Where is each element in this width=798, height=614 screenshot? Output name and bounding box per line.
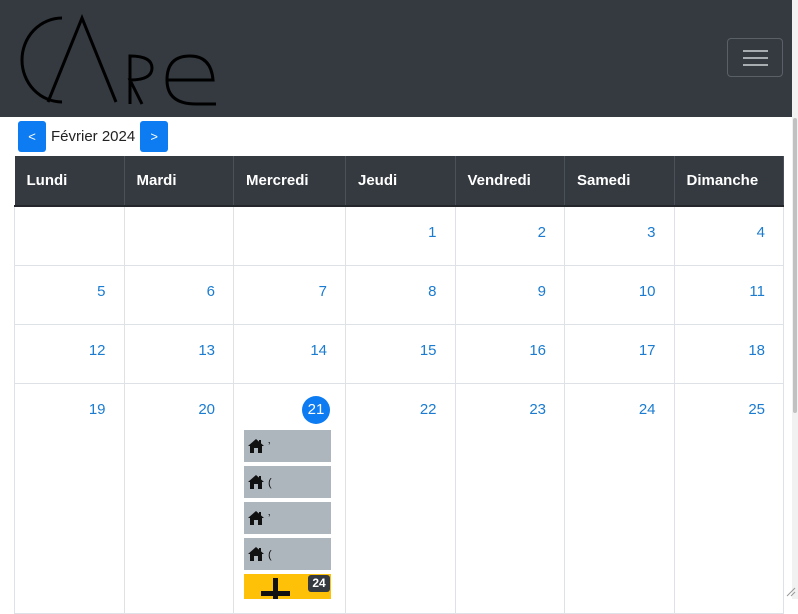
day-cell[interactable]: 4	[674, 206, 784, 265]
day-number: 13	[198, 342, 215, 359]
day-number: 20	[198, 401, 215, 418]
day-number: 24	[639, 401, 656, 418]
day-cell[interactable]: 11	[674, 265, 784, 324]
add-event-button[interactable]: 24	[244, 574, 331, 599]
weekday-header: Lundi	[15, 156, 125, 206]
next-month-button[interactable]: >	[140, 121, 168, 152]
page-scrollbar[interactable]	[792, 0, 798, 599]
home-icon	[247, 510, 265, 526]
hamburger-icon	[743, 50, 768, 52]
scrollbar-thumb[interactable]	[793, 118, 797, 413]
day-cell[interactable]: 13	[124, 324, 234, 383]
day-cell[interactable]: 16	[455, 324, 565, 383]
day-number: 10	[639, 283, 656, 300]
weekday-header: Dimanche	[674, 156, 784, 206]
day-number: 4	[757, 224, 765, 241]
weekday-header: Vendredi	[455, 156, 565, 206]
event-label: ʼ	[268, 514, 270, 525]
day-number: 6	[207, 283, 215, 300]
weekday-header: Mardi	[124, 156, 234, 206]
previous-month-button[interactable]: <	[18, 121, 46, 152]
day-cell[interactable]: 1	[346, 206, 456, 265]
day-cell[interactable]: 19	[15, 383, 125, 613]
event-item[interactable]: (	[244, 538, 331, 570]
day-number: 2	[538, 224, 546, 241]
day-cell[interactable]: 10	[565, 265, 675, 324]
home-icon	[247, 546, 265, 562]
day-number: 15	[420, 342, 437, 359]
day-cell[interactable]: 12	[15, 324, 125, 383]
event-label: (	[268, 550, 272, 561]
care-logo[interactable]	[12, 10, 218, 106]
today-marker: 21	[302, 396, 330, 424]
day-cell[interactable]: 23	[455, 383, 565, 613]
day-cell[interactable]: 17	[565, 324, 675, 383]
day-number: 7	[319, 283, 327, 300]
day-number: 18	[748, 342, 765, 359]
day-number: 22	[420, 401, 437, 418]
resize-handle-icon[interactable]	[786, 587, 796, 597]
day-number: 23	[529, 401, 546, 418]
day-cell[interactable]	[234, 206, 346, 265]
day-cell[interactable]: 15	[346, 324, 456, 383]
event-count-badge: 24	[308, 575, 330, 592]
day-number: 12	[89, 342, 106, 359]
day-number: 5	[97, 283, 105, 300]
day-number: 25	[748, 401, 765, 418]
weekday-header: Jeudi	[346, 156, 456, 206]
day-number: 1	[428, 224, 436, 241]
day-cell[interactable]: 14	[234, 324, 346, 383]
home-icon	[247, 438, 265, 454]
day-cell[interactable]: 8	[346, 265, 456, 324]
day-number: 14	[310, 342, 327, 359]
home-icon	[247, 474, 265, 490]
day-cell[interactable]: 9	[455, 265, 565, 324]
day-cell[interactable]: 22	[346, 383, 456, 613]
event-item[interactable]: (	[244, 466, 331, 498]
month-navigation: < Février 2024 >	[18, 121, 168, 152]
day-cell[interactable]	[124, 206, 234, 265]
weekday-header: Samedi	[565, 156, 675, 206]
day-cell[interactable]: 25	[674, 383, 784, 613]
navbar	[0, 0, 798, 117]
navbar-toggler-button[interactable]	[727, 38, 783, 77]
weekday-header: Mercredi	[234, 156, 346, 206]
day-cell[interactable]: 18	[674, 324, 784, 383]
day-number: 11	[749, 283, 765, 300]
day-cell[interactable]: 5	[15, 265, 125, 324]
day-cell[interactable]: 24	[565, 383, 675, 613]
day-cell[interactable]: 7	[234, 265, 346, 324]
day-number: 19	[89, 401, 106, 418]
day-cell[interactable]: 20	[124, 383, 234, 613]
day-number: 3	[647, 224, 655, 241]
day-cell[interactable]: 2	[455, 206, 565, 265]
day-number: 16	[529, 342, 546, 359]
month-label: Février 2024	[46, 128, 140, 145]
event-item[interactable]: ʼ	[244, 430, 331, 462]
event-list: ʼ ( ʼ (	[244, 430, 331, 574]
calendar-grid: Lundi Mardi Mercredi Jeudi Vendredi Same…	[14, 156, 784, 614]
day-number: 8	[428, 283, 436, 300]
event-label: ʼ	[268, 442, 270, 453]
day-cell[interactable]: 6	[124, 265, 234, 324]
event-label: (	[268, 478, 272, 489]
day-cell[interactable]	[15, 206, 125, 265]
day-cell[interactable]: 3	[565, 206, 675, 265]
event-item[interactable]: ʼ	[244, 502, 331, 534]
day-number: 17	[639, 342, 656, 359]
day-number: 9	[538, 283, 546, 300]
